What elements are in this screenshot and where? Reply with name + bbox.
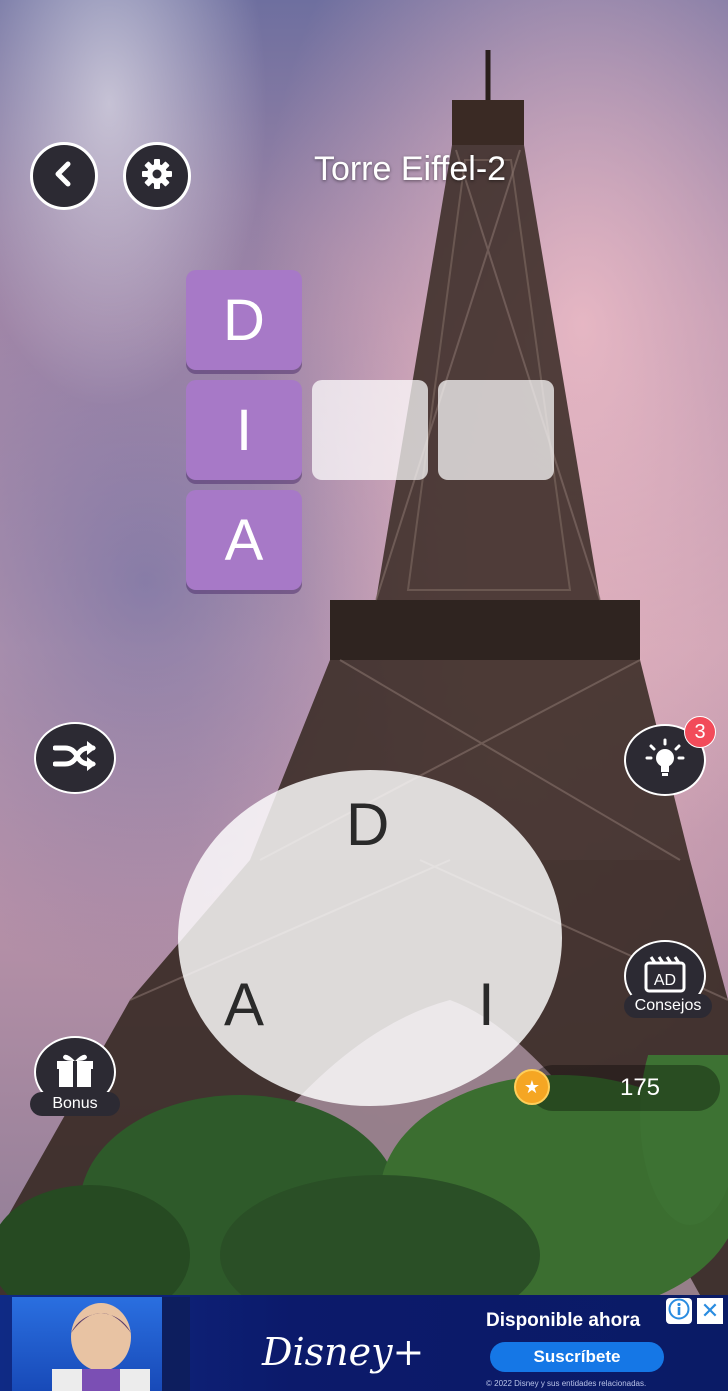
shuffle-button[interactable] <box>34 722 116 794</box>
ad-info-button[interactable] <box>666 1298 692 1324</box>
letter-tile: A <box>186 490 302 590</box>
back-button[interactable] <box>30 142 98 210</box>
ad-legal-text: © 2022 Disney y sus entidades relacionad… <box>486 1379 647 1388</box>
chevron-left-icon <box>49 159 79 194</box>
coin-count: 175 <box>619 1074 661 1101</box>
gift-icon <box>55 1051 95 1094</box>
hint-count-badge: 3 <box>684 716 716 748</box>
bonus-label: Bonus <box>30 1092 120 1116</box>
empty-tile <box>438 380 554 480</box>
info-icon <box>668 1298 690 1325</box>
wheel-letter[interactable]: I <box>478 970 495 1039</box>
ad-subscribe-button[interactable]: Suscríbete <box>490 1342 664 1372</box>
ad-character-image <box>12 1297 190 1391</box>
close-icon: ✕ <box>700 1298 720 1323</box>
letter-tile: I <box>186 380 302 480</box>
ad-icon-text: AD <box>654 972 676 989</box>
level-title: Torre Eiffel-2 <box>313 150 507 188</box>
shuffle-icon <box>52 740 97 777</box>
wheel-letter[interactable]: D <box>346 790 389 859</box>
ad-hint-label: Consejos <box>624 994 712 1018</box>
ad-close-button[interactable]: ✕ <box>697 1298 723 1324</box>
ad-video-icon: AD <box>643 955 687 998</box>
lightbulb-icon <box>645 738 685 783</box>
ad-headline: Disponible ahora <box>486 1310 641 1331</box>
wheel-letter[interactable]: A <box>224 970 264 1039</box>
letter-wheel[interactable]: D A I <box>178 770 562 1106</box>
gear-icon <box>140 157 174 196</box>
empty-tile <box>312 380 428 480</box>
settings-button[interactable] <box>123 142 191 210</box>
letter-tile: D <box>186 270 302 370</box>
ad-logo: Disney+ <box>262 1330 425 1374</box>
star-coin-icon: ★ <box>514 1069 550 1105</box>
